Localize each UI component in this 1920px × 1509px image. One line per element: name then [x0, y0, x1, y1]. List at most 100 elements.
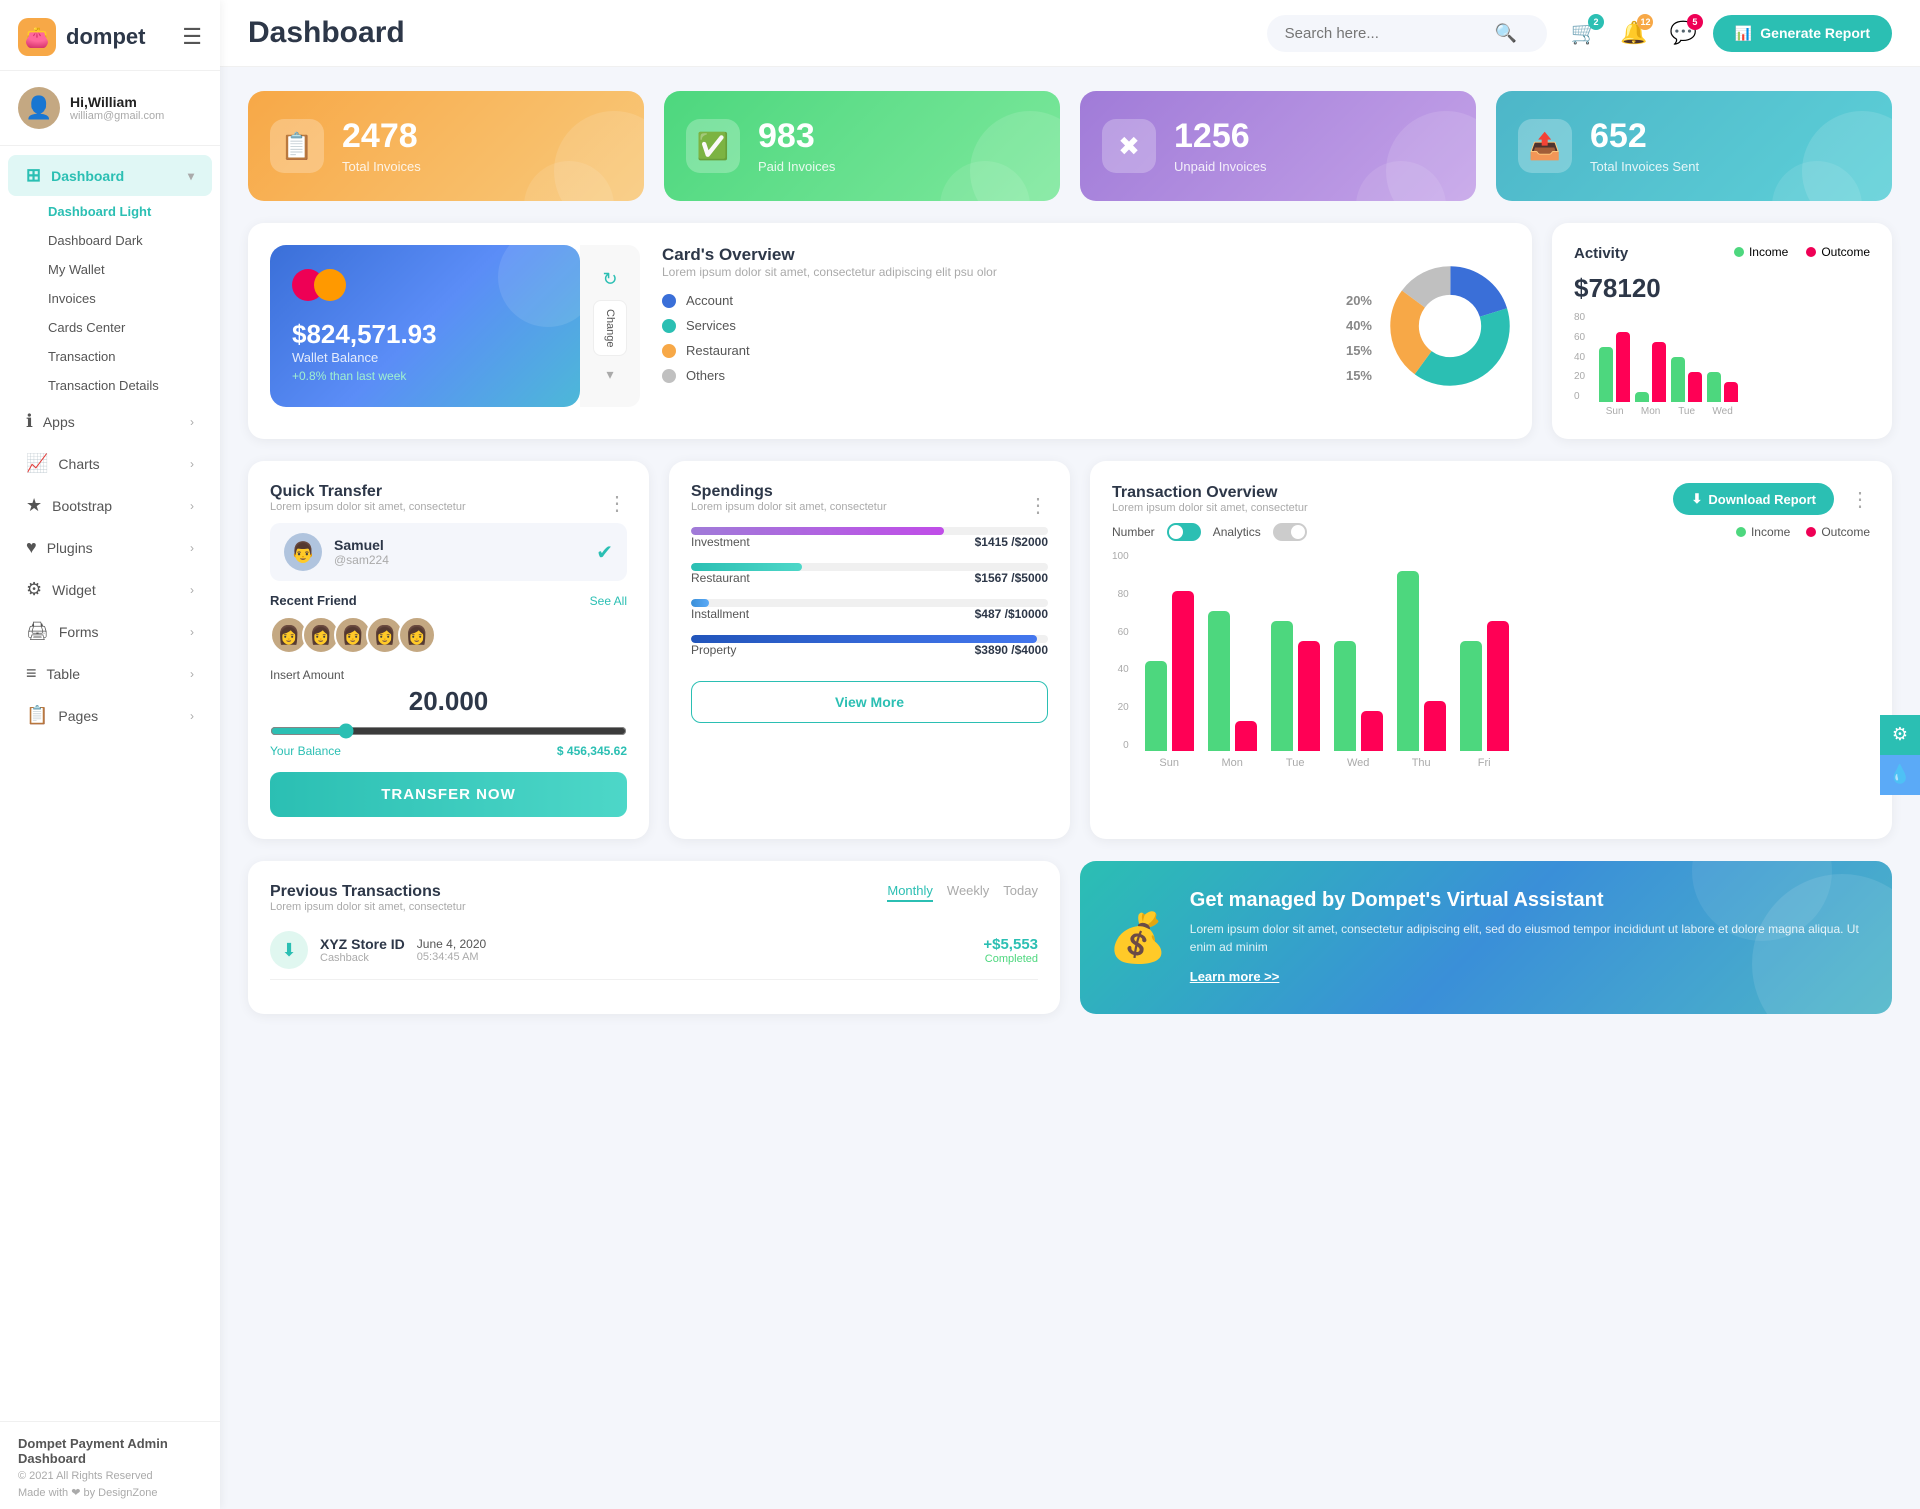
cart-button[interactable]: 🛒 2	[1565, 14, 1604, 52]
number-toggle[interactable]	[1167, 523, 1201, 541]
qt-amount-value: 20.000	[270, 686, 627, 717]
bar-group-mon	[1635, 342, 1666, 402]
notifications-button[interactable]: 🔔 12	[1614, 14, 1653, 52]
stat-card-label-unpaid: Unpaid Invoices	[1174, 159, 1267, 174]
activity-bar-labels: Sun Mon Tue Wed	[1599, 406, 1738, 417]
dashboard-submenu: Dashboard Light Dashboard Dark My Wallet…	[0, 197, 220, 400]
big-bar-income-sun	[1145, 661, 1167, 751]
big-bar-outcome-tue	[1298, 641, 1320, 751]
messages-button[interactable]: 💬 5	[1663, 14, 1702, 52]
sidebar-footer: Dompet Payment Admin Dashboard © 2021 Al…	[0, 1421, 220, 1509]
prev-transaction-item: ⬇ XYZ Store ID Cashback June 4, 2020 05:…	[270, 921, 1038, 980]
qt-see-all-link[interactable]: See All	[590, 594, 627, 608]
sidebar-item-apps[interactable]: ℹ Apps ›	[8, 401, 212, 442]
pages-icon: 📋	[26, 705, 48, 726]
transfer-now-button[interactable]: TRANSFER NOW	[270, 772, 627, 817]
download-report-label: Download Report	[1708, 492, 1816, 507]
wallet-balance-label: Wallet Balance	[292, 350, 558, 365]
prev-item-time: 05:34:45 AM	[417, 951, 486, 963]
quick-transfer-user[interactable]: 👨 Samuel @sam224 ✔	[270, 523, 627, 581]
spendings-more-button[interactable]: ⋮	[1028, 493, 1048, 518]
dot-account	[662, 294, 676, 308]
overview-item-account: Account 20%	[662, 293, 1372, 308]
big-label-tue: Tue	[1271, 757, 1320, 769]
tab-weekly[interactable]: Weekly	[947, 883, 989, 902]
sidebar-item-table[interactable]: ≡ Table ›	[8, 653, 212, 694]
chevron-down-icon: ▾	[188, 169, 194, 183]
footer-made-with: Made with ❤ by DesignZone	[18, 1486, 202, 1499]
sidebar-subitem-invoices[interactable]: Invoices	[38, 284, 220, 313]
sidebar-item-bootstrap[interactable]: ★ Bootstrap ›	[8, 485, 212, 526]
spend-name-restaurant: Restaurant	[691, 571, 750, 585]
chevron-down-icon2: ▾	[606, 366, 613, 383]
donut-svg	[1390, 266, 1510, 386]
to-header: Transaction Overview Lorem ipsum dolor s…	[1112, 483, 1870, 515]
overview-name-restaurant: Restaurant	[686, 343, 1336, 358]
float-color-button[interactable]: 💧	[1880, 755, 1920, 795]
spend-bar-bg-installment	[691, 599, 1048, 607]
big-label-fri: Fri	[1460, 757, 1509, 769]
analytics-toggle[interactable]	[1273, 523, 1307, 541]
sidebar-item-plugins[interactable]: ♥ Plugins ›	[8, 527, 212, 568]
generate-report-button[interactable]: 📊 Generate Report	[1713, 15, 1892, 52]
view-more-button[interactable]: View More	[691, 681, 1048, 723]
legend-income: Income	[1734, 245, 1788, 259]
main-content: Dashboard 🔍 🛒 2 🔔 12 💬 5 📊 Generate Repo…	[220, 0, 1920, 1509]
change-button[interactable]: Change	[593, 300, 627, 357]
big-y-axis: 100806040200	[1112, 551, 1129, 751]
stat-card-icon-unpaid: ✖	[1102, 119, 1156, 173]
sidebar-subitem-cards-center[interactable]: Cards Center	[38, 313, 220, 342]
toggle-number-label: Number	[1112, 525, 1155, 539]
activity-bar-chart	[1599, 312, 1738, 402]
stat-card-paid: ✅ 983 Paid Invoices	[664, 91, 1060, 201]
bar-outcome-sun	[1616, 332, 1630, 402]
prev-item-amount: +$5,553	[983, 936, 1038, 953]
sidebar-item-pages[interactable]: 📋 Pages ›	[8, 695, 212, 736]
sidebar-item-dashboard[interactable]: ⊞ Dashboard ▾	[8, 155, 212, 196]
legend-dot-outcome-to	[1806, 527, 1816, 537]
stat-cards: 📋 2478 Total Invoices ✅ 983 Paid Invoice…	[248, 91, 1892, 201]
sidebar-item-charts[interactable]: 📈 Charts ›	[8, 443, 212, 484]
sidebar-item-forms[interactable]: 🖨 Forms ›	[8, 611, 212, 652]
sidebar-subitem-my-wallet[interactable]: My Wallet	[38, 255, 220, 284]
friend-avatar-5[interactable]: 👩	[398, 616, 436, 654]
tab-today[interactable]: Today	[1003, 883, 1038, 902]
big-bar-chart	[1145, 551, 1870, 751]
hamburger-button[interactable]: ☰	[182, 24, 202, 50]
chevron-right-icon7: ›	[190, 667, 194, 681]
bar-income-wed	[1707, 372, 1721, 402]
legend-dot-outcome	[1806, 247, 1816, 257]
transfer-amount-slider[interactable]	[270, 723, 627, 739]
stat-card-unpaid: ✖ 1256 Unpaid Invoices	[1080, 91, 1476, 201]
spend-item-header-restaurant: Restaurant $1567 /$5000	[691, 571, 1048, 585]
tab-monthly[interactable]: Monthly	[887, 883, 933, 902]
spend-bar-bg-property	[691, 635, 1048, 643]
bootstrap-icon: ★	[26, 495, 42, 516]
va-learn-more-link[interactable]: Learn more >>	[1190, 969, 1280, 984]
stat-card-sent: 📤 652 Total Invoices Sent	[1496, 91, 1892, 201]
to-more-button[interactable]: ⋮	[1850, 487, 1870, 512]
big-bar-group-mon	[1208, 611, 1257, 751]
to-toggles: Number Analytics Income Outcome	[1112, 523, 1870, 541]
search-input[interactable]	[1285, 25, 1485, 42]
legend-outcome: Outcome	[1806, 245, 1870, 259]
quick-transfer-more-button[interactable]: ⋮	[607, 491, 627, 516]
to-title: Transaction Overview	[1112, 484, 1308, 502]
qt-user-avatar: 👨	[284, 533, 322, 571]
big-bar-income-mon	[1208, 611, 1230, 751]
float-settings-button[interactable]: ⚙	[1880, 715, 1920, 755]
qt-balance: Your Balance $ 456,345.62	[270, 744, 627, 758]
sidebar-subitem-dashboard-light[interactable]: Dashboard Light	[38, 197, 220, 226]
legend-outcome-to: Outcome	[1806, 525, 1870, 539]
sidebar-item-widget[interactable]: ⚙ Widget ›	[8, 569, 212, 610]
header-actions: 🛒 2 🔔 12 💬 5 📊 Generate Report	[1565, 14, 1892, 52]
big-bar-income-thu	[1397, 571, 1419, 751]
sidebar-subitem-transaction-details[interactable]: Transaction Details	[38, 371, 220, 400]
download-report-button[interactable]: ⬇ Download Report	[1673, 483, 1834, 515]
msg-badge: 5	[1687, 14, 1703, 30]
sidebar-subitem-dashboard-dark[interactable]: Dashboard Dark	[38, 226, 220, 255]
spend-item-header-property: Property $3890 /$4000	[691, 643, 1048, 657]
card-overview-section: Card's Overview Lorem ipsum dolor sit am…	[640, 245, 1372, 407]
sidebar-subitem-transaction[interactable]: Transaction	[38, 342, 220, 371]
spend-item-restaurant: Restaurant $1567 /$5000	[691, 563, 1048, 585]
